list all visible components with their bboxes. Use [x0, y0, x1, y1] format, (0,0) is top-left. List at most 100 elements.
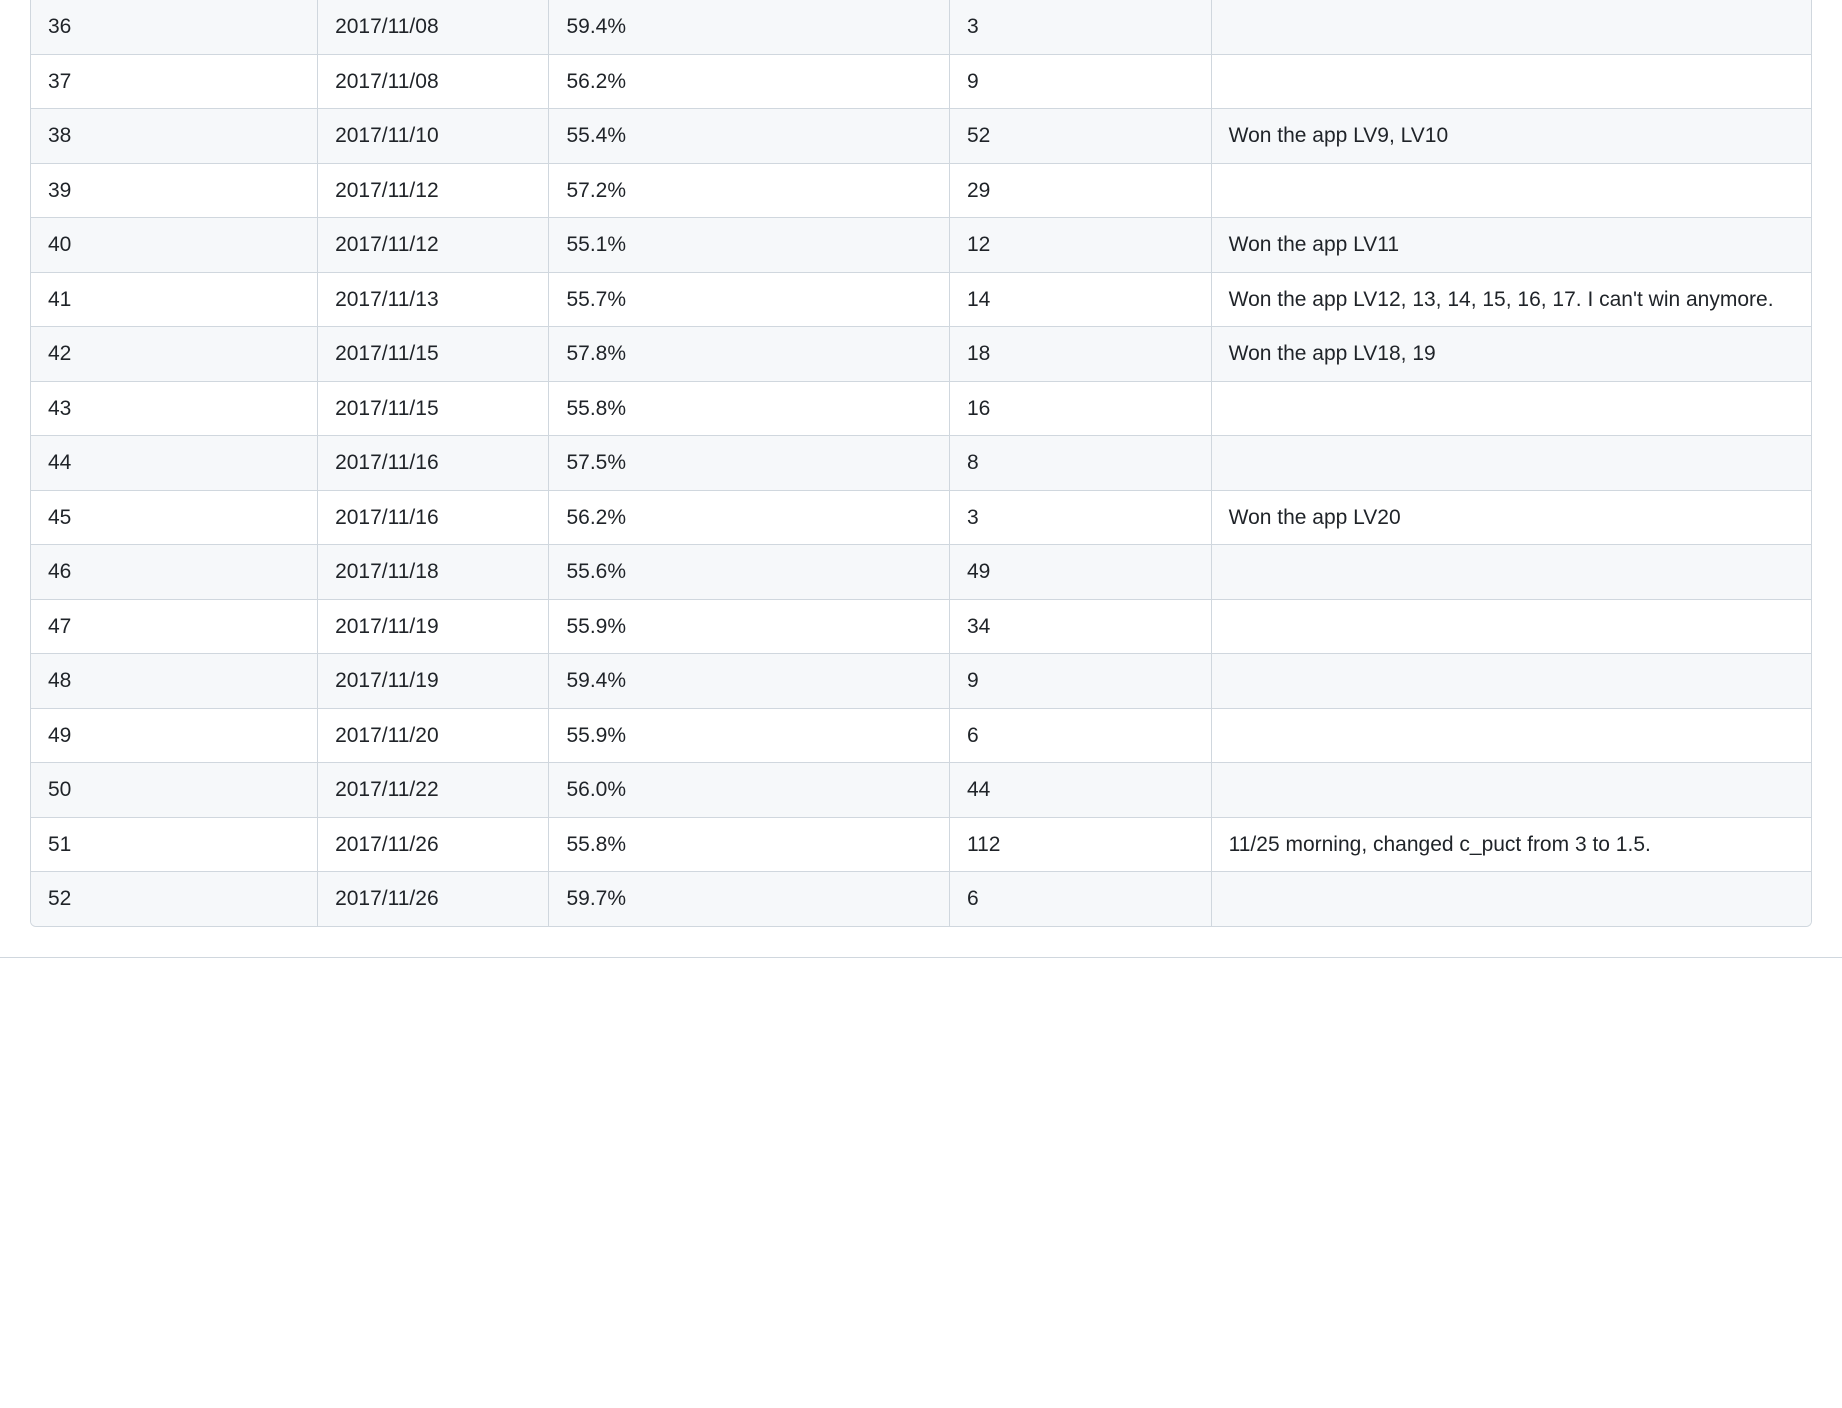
table-row: 472017/11/1955.9%34: [31, 599, 1811, 654]
cell-index: 38: [31, 109, 318, 164]
cell-index: 41: [31, 272, 318, 327]
table-row: 432017/11/1555.8%16: [31, 381, 1811, 436]
cell-count: 16: [949, 381, 1211, 436]
cell-percent: 57.8%: [549, 327, 950, 382]
cell-date: 2017/11/08: [318, 54, 549, 109]
cell-index: 52: [31, 872, 318, 926]
cell-percent: 57.2%: [549, 163, 950, 218]
cell-note: [1211, 599, 1811, 654]
cell-percent: 59.7%: [549, 872, 950, 926]
cell-index: 45: [31, 490, 318, 545]
cell-count: 6: [949, 708, 1211, 763]
cell-index: 36: [31, 0, 318, 54]
cell-index: 51: [31, 817, 318, 872]
table-row: 362017/11/0859.4%3: [31, 0, 1811, 54]
cell-note: [1211, 163, 1811, 218]
cell-date: 2017/11/15: [318, 327, 549, 382]
cell-percent: 55.8%: [549, 381, 950, 436]
cell-count: 3: [949, 490, 1211, 545]
table-row: 512017/11/2655.8%11211/25 morning, chang…: [31, 817, 1811, 872]
cell-note: [1211, 545, 1811, 600]
cell-percent: 59.4%: [549, 654, 950, 709]
cell-percent: 55.9%: [549, 599, 950, 654]
table-row: 372017/11/0856.2%9: [31, 54, 1811, 109]
cell-date: 2017/11/19: [318, 599, 549, 654]
cell-note: [1211, 763, 1811, 818]
cell-date: 2017/11/20: [318, 708, 549, 763]
cell-note: 11/25 morning, changed c_puct from 3 to …: [1211, 817, 1811, 872]
cell-index: 50: [31, 763, 318, 818]
cell-note: [1211, 436, 1811, 491]
table-row: 392017/11/1257.2%29: [31, 163, 1811, 218]
cell-date: 2017/11/19: [318, 654, 549, 709]
cell-percent: 56.0%: [549, 763, 950, 818]
cell-note: Won the app LV11: [1211, 218, 1811, 273]
results-table-container: 362017/11/0859.4%3372017/11/0856.2%93820…: [30, 0, 1812, 927]
cell-count: 112: [949, 817, 1211, 872]
cell-date: 2017/11/10: [318, 109, 549, 164]
cell-date: 2017/11/13: [318, 272, 549, 327]
cell-count: 18: [949, 327, 1211, 382]
cell-count: 34: [949, 599, 1211, 654]
table-row: 522017/11/2659.7%6: [31, 872, 1811, 926]
cell-index: 46: [31, 545, 318, 600]
cell-count: 14: [949, 272, 1211, 327]
cell-percent: 56.2%: [549, 54, 950, 109]
cell-note: Won the app LV12, 13, 14, 15, 16, 17. I …: [1211, 272, 1811, 327]
cell-index: 43: [31, 381, 318, 436]
cell-note: [1211, 708, 1811, 763]
cell-date: 2017/11/22: [318, 763, 549, 818]
cell-note: [1211, 0, 1811, 54]
cell-date: 2017/11/16: [318, 436, 549, 491]
cell-date: 2017/11/26: [318, 817, 549, 872]
cell-count: 9: [949, 654, 1211, 709]
cell-note: Won the app LV20: [1211, 490, 1811, 545]
cell-percent: 55.6%: [549, 545, 950, 600]
cell-count: 9: [949, 54, 1211, 109]
cell-note: [1211, 654, 1811, 709]
cell-date: 2017/11/12: [318, 163, 549, 218]
table-row: 492017/11/2055.9%6: [31, 708, 1811, 763]
cell-count: 12: [949, 218, 1211, 273]
cell-count: 29: [949, 163, 1211, 218]
cell-count: 44: [949, 763, 1211, 818]
table-row: 502017/11/2256.0%44: [31, 763, 1811, 818]
cell-date: 2017/11/12: [318, 218, 549, 273]
cell-date: 2017/11/18: [318, 545, 549, 600]
cell-date: 2017/11/16: [318, 490, 549, 545]
cell-percent: 56.2%: [549, 490, 950, 545]
cell-date: 2017/11/08: [318, 0, 549, 54]
table-row: 422017/11/1557.8%18Won the app LV18, 19: [31, 327, 1811, 382]
cell-percent: 59.4%: [549, 0, 950, 54]
cell-index: 47: [31, 599, 318, 654]
cell-index: 39: [31, 163, 318, 218]
cell-note: [1211, 381, 1811, 436]
cell-date: 2017/11/26: [318, 872, 549, 926]
cell-index: 44: [31, 436, 318, 491]
cell-count: 49: [949, 545, 1211, 600]
cell-percent: 55.7%: [549, 272, 950, 327]
cell-count: 8: [949, 436, 1211, 491]
table-row: 412017/11/1355.7%14Won the app LV12, 13,…: [31, 272, 1811, 327]
cell-percent: 55.9%: [549, 708, 950, 763]
cell-index: 48: [31, 654, 318, 709]
cell-percent: 55.1%: [549, 218, 950, 273]
cell-percent: 55.8%: [549, 817, 950, 872]
cell-count: 52: [949, 109, 1211, 164]
table-row: 482017/11/1959.4%9: [31, 654, 1811, 709]
section-divider: [0, 957, 1842, 958]
table-row: 452017/11/1656.2%3Won the app LV20: [31, 490, 1811, 545]
results-table: 362017/11/0859.4%3372017/11/0856.2%93820…: [31, 0, 1811, 926]
cell-note: Won the app LV9, LV10: [1211, 109, 1811, 164]
cell-index: 49: [31, 708, 318, 763]
cell-count: 6: [949, 872, 1211, 926]
cell-date: 2017/11/15: [318, 381, 549, 436]
cell-note: [1211, 54, 1811, 109]
cell-note: [1211, 872, 1811, 926]
table-row: 402017/11/1255.1%12Won the app LV11: [31, 218, 1811, 273]
cell-index: 37: [31, 54, 318, 109]
cell-index: 42: [31, 327, 318, 382]
table-row: 382017/11/1055.4%52Won the app LV9, LV10: [31, 109, 1811, 164]
cell-count: 3: [949, 0, 1211, 54]
table-row: 442017/11/1657.5%8: [31, 436, 1811, 491]
